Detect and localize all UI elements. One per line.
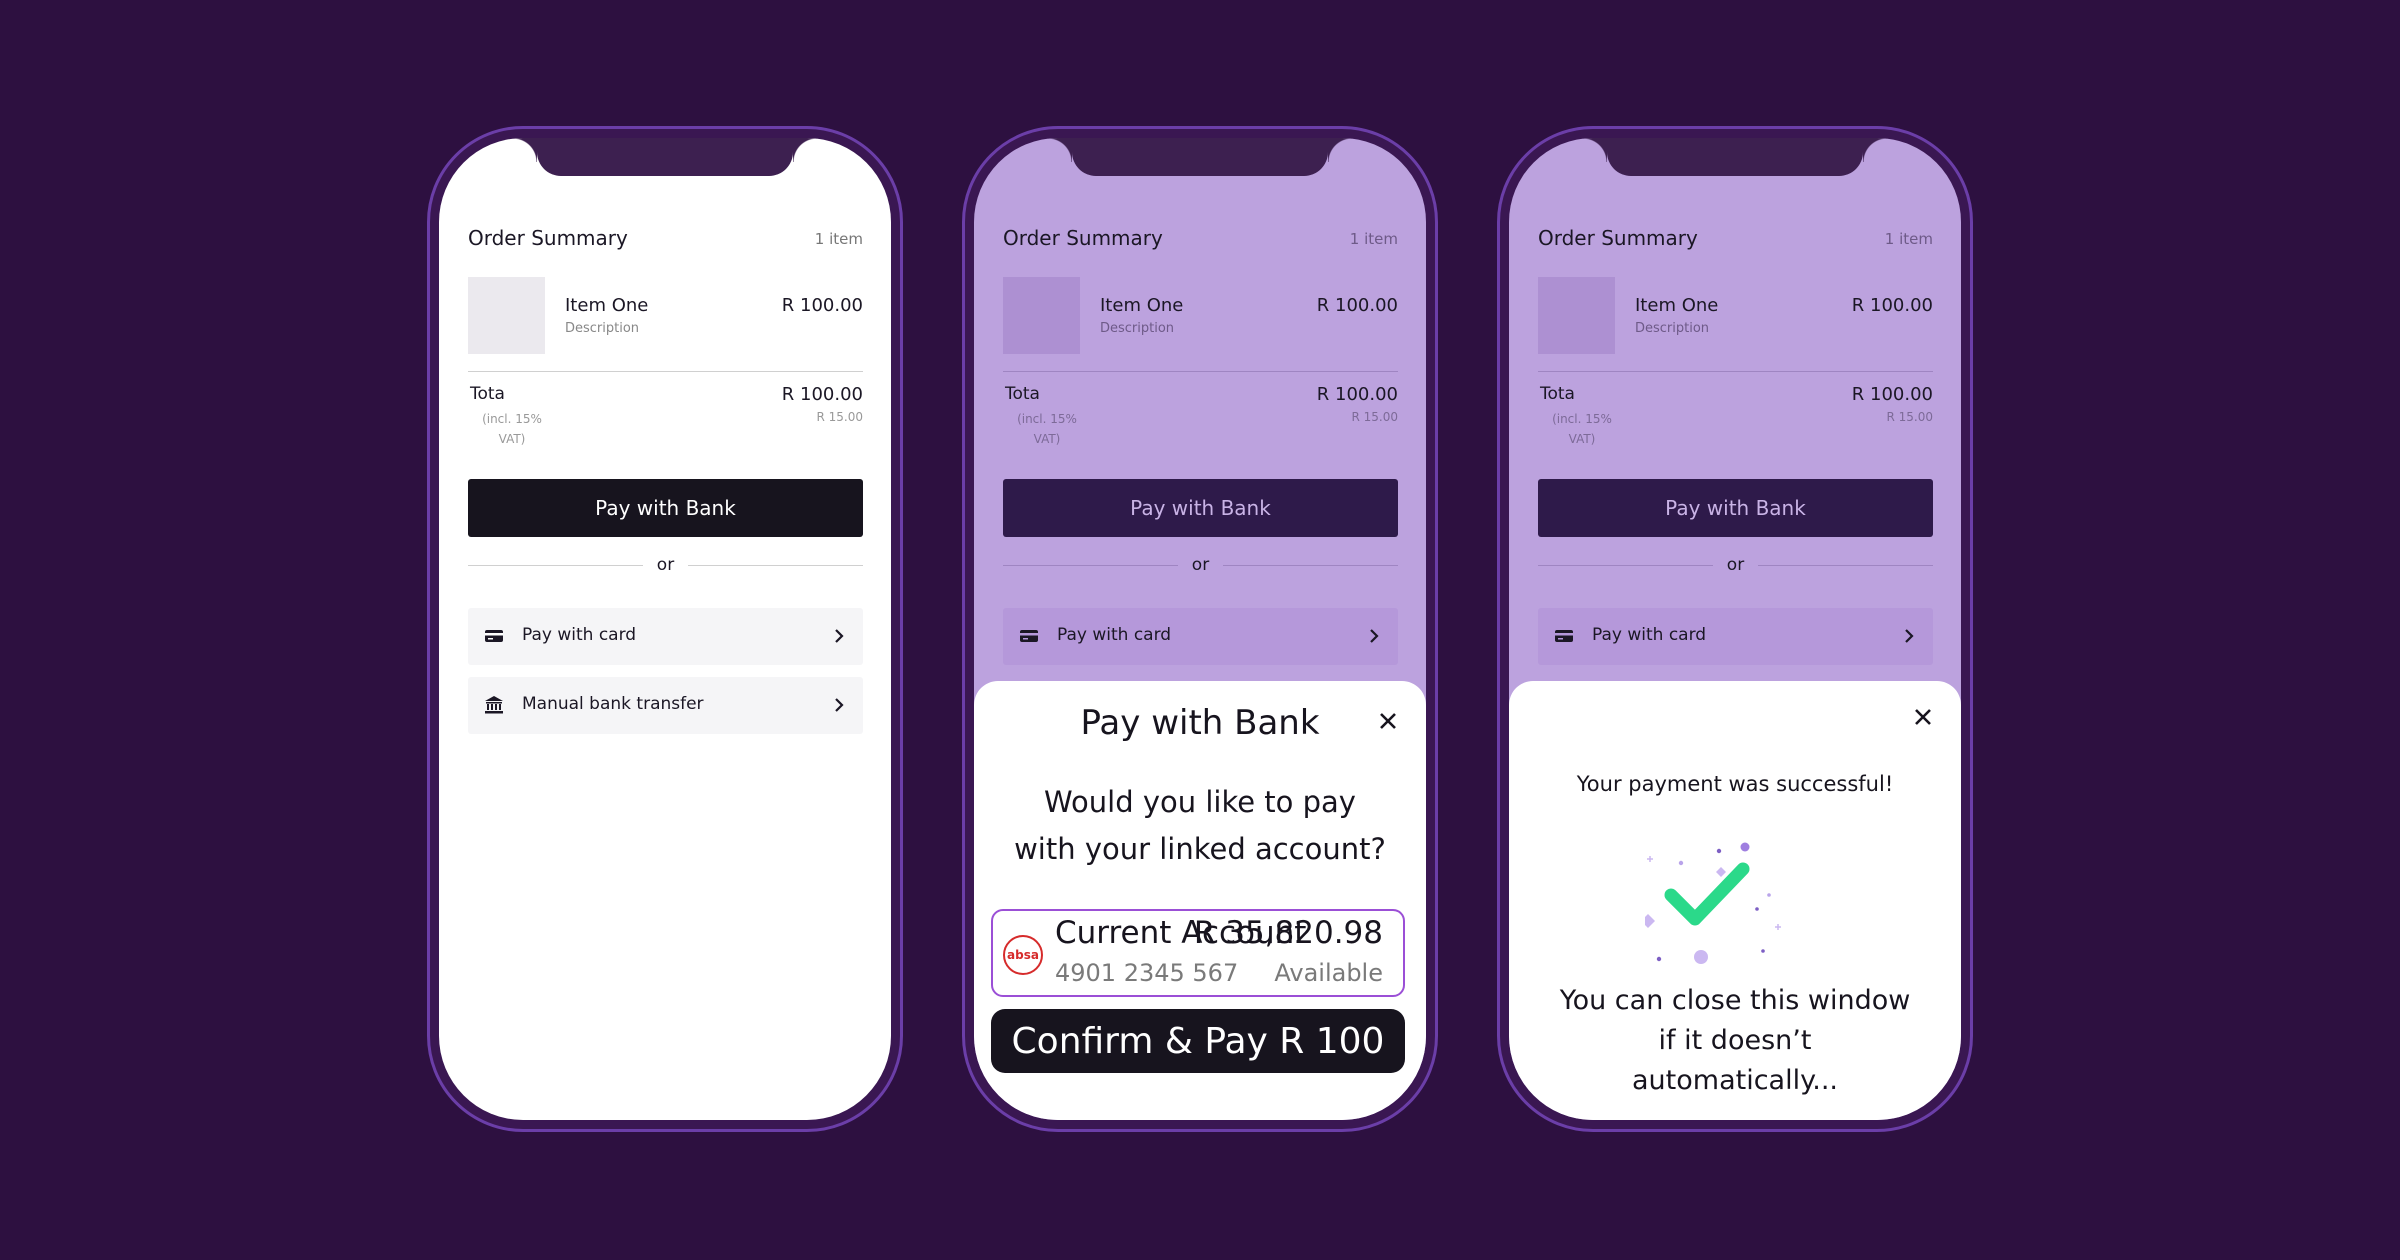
order-summary-title: Order Summary <box>1003 226 1163 250</box>
total-price: R 100.00 <box>1851 384 1933 405</box>
close-icon[interactable] <box>1911 705 1935 729</box>
bank-logo: absa <box>1003 935 1043 975</box>
item-thumbnail <box>468 277 545 354</box>
vat-value: R 15.00 <box>1886 410 1933 424</box>
account-number: 4901 2345 567 <box>1055 959 1239 987</box>
pay-with-card-option[interactable]: Pay with card <box>1003 608 1398 665</box>
or-label: or <box>656 555 675 575</box>
divider <box>1003 371 1398 372</box>
total-label: Tota <box>1005 384 1040 404</box>
total-price: R 100.00 <box>781 384 863 405</box>
phone-screen: Order Summary 1 item Item One Descriptio… <box>1509 138 1961 1120</box>
vat-label: (incl. 15% VAT) <box>482 412 542 446</box>
confirm-pay-button[interactable]: Confirm & Pay R 100 <box>991 1009 1405 1073</box>
order-summary-title: Order Summary <box>1538 226 1698 250</box>
item-description: Description <box>1635 321 1710 336</box>
phone-screen: Order Summary 1 item Item One Descriptio… <box>974 138 1426 1120</box>
item-count: 1 item <box>814 230 863 248</box>
linked-account-card[interactable]: absa Current Account R 35,820.98 4901 23… <box>991 909 1405 997</box>
payment-success-sheet: Your payment was successful! You can clo… <box>1509 681 1961 1120</box>
phone-pay-with-bank: Order Summary 1 item Item One Descriptio… <box>962 126 1438 1132</box>
pay-with-card-label: Pay with card <box>522 625 637 645</box>
pay-with-bank-button[interactable]: Pay with Bank <box>1538 479 1933 537</box>
pay-with-card-label: Pay with card <box>1057 625 1172 645</box>
payment-success-message: Your payment was successful! <box>1576 772 1894 796</box>
pay-with-card-option[interactable]: Pay with card <box>1538 608 1933 665</box>
or-separator: or <box>1538 555 1933 575</box>
credit-card-icon <box>1555 630 1573 642</box>
phone-notch <box>1583 138 1887 176</box>
total-label: Tota <box>1540 384 1575 404</box>
chevron-right-icon <box>1370 629 1379 643</box>
or-separator: or <box>1003 555 1398 575</box>
item-name: Item One <box>565 295 649 316</box>
phone-order-summary: Order Summary 1 item Item One Descriptio… <box>427 126 903 1132</box>
item-description: Description <box>1100 321 1175 336</box>
success-check-icon <box>1645 842 1781 964</box>
phone-notch <box>1048 138 1352 176</box>
chevron-right-icon <box>835 698 844 712</box>
item-thumbnail <box>1538 277 1615 354</box>
item-name: Item One <box>1100 295 1184 316</box>
close-window-message: You can close this window if it doesn’t … <box>1559 985 1911 1096</box>
available-label: Available <box>1274 959 1383 987</box>
total-price: R 100.00 <box>1316 384 1398 405</box>
close-icon[interactable] <box>1376 709 1400 733</box>
manual-bank-transfer-option[interactable]: Manual bank transfer <box>468 677 863 734</box>
pay-with-card-option[interactable]: Pay with card <box>468 608 863 665</box>
credit-card-icon <box>485 630 503 642</box>
item-price: R 100.00 <box>1851 295 1933 316</box>
phone-payment-success: Order Summary 1 item Item One Descriptio… <box>1497 126 1973 1132</box>
item-name: Item One <box>1635 295 1719 316</box>
chevron-right-icon <box>835 629 844 643</box>
phone-screen: Order Summary 1 item Item One Descriptio… <box>439 138 891 1120</box>
pay-with-bank-button[interactable]: Pay with Bank <box>1003 479 1398 537</box>
linked-account-question: Would you like to pay with your linked a… <box>1014 785 1386 866</box>
sheet-title: Pay with Bank <box>1080 703 1320 743</box>
divider <box>1538 371 1933 372</box>
or-separator: or <box>468 555 863 575</box>
item-count: 1 item <box>1349 230 1398 248</box>
bank-icon <box>485 696 503 714</box>
chevron-right-icon <box>1905 629 1914 643</box>
total-label: Tota <box>470 384 505 404</box>
or-label: or <box>1726 555 1745 575</box>
item-price: R 100.00 <box>781 295 863 316</box>
pay-with-bank-button[interactable]: Pay with Bank <box>468 479 863 537</box>
or-label: or <box>1191 555 1210 575</box>
vat-value: R 15.00 <box>1351 410 1398 424</box>
item-description: Description <box>565 321 640 336</box>
pay-with-bank-sheet: Pay with Bank Would you like to pay with… <box>974 681 1426 1120</box>
manual-bank-transfer-label: Manual bank transfer <box>522 694 704 714</box>
vat-label: (incl. 15% VAT) <box>1017 412 1077 446</box>
pay-with-card-label: Pay with card <box>1592 625 1707 645</box>
account-balance: R 35,820.98 <box>1193 915 1383 951</box>
order-summary-title: Order Summary <box>468 226 628 250</box>
vat-label: (incl. 15% VAT) <box>1552 412 1612 446</box>
vat-value: R 15.00 <box>816 410 863 424</box>
item-thumbnail <box>1003 277 1080 354</box>
item-count: 1 item <box>1884 230 1933 248</box>
phone-notch <box>513 138 817 176</box>
credit-card-icon <box>1020 630 1038 642</box>
item-price: R 100.00 <box>1316 295 1398 316</box>
divider <box>468 371 863 372</box>
